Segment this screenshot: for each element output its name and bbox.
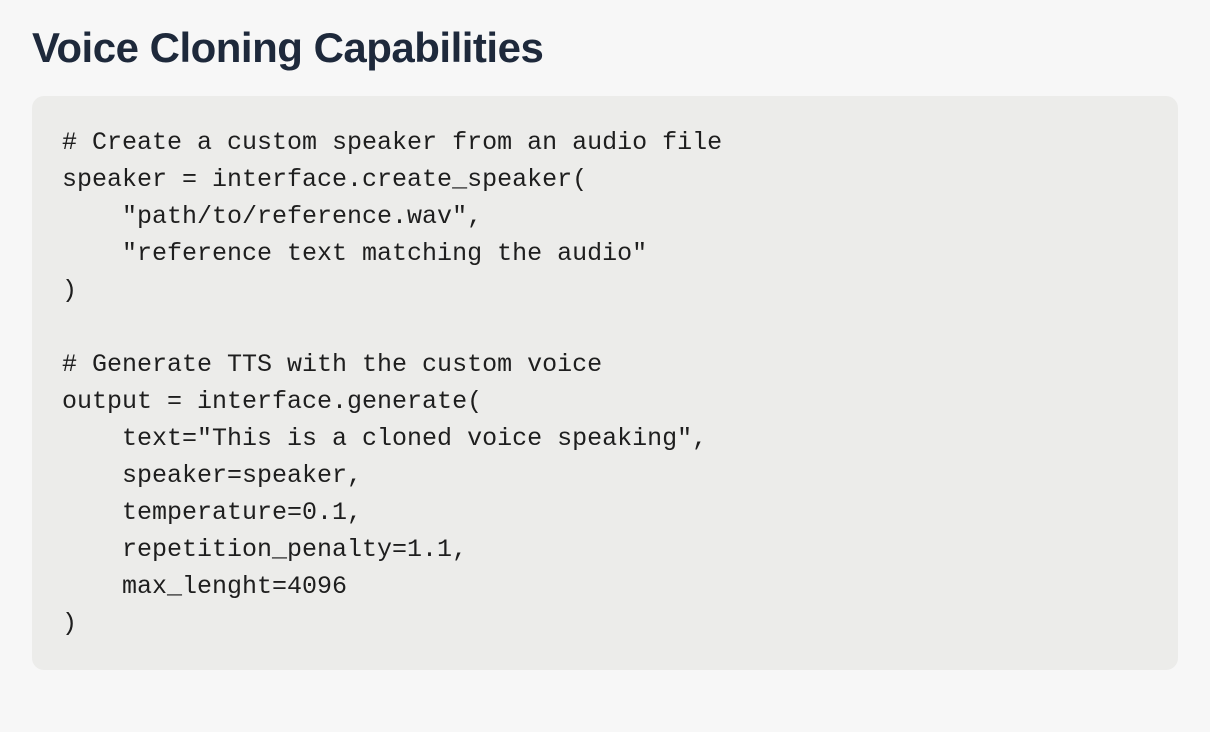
section-heading: Voice Cloning Capabilities (32, 24, 1178, 72)
code-block[interactable]: # Create a custom speaker from an audio … (32, 96, 1178, 670)
